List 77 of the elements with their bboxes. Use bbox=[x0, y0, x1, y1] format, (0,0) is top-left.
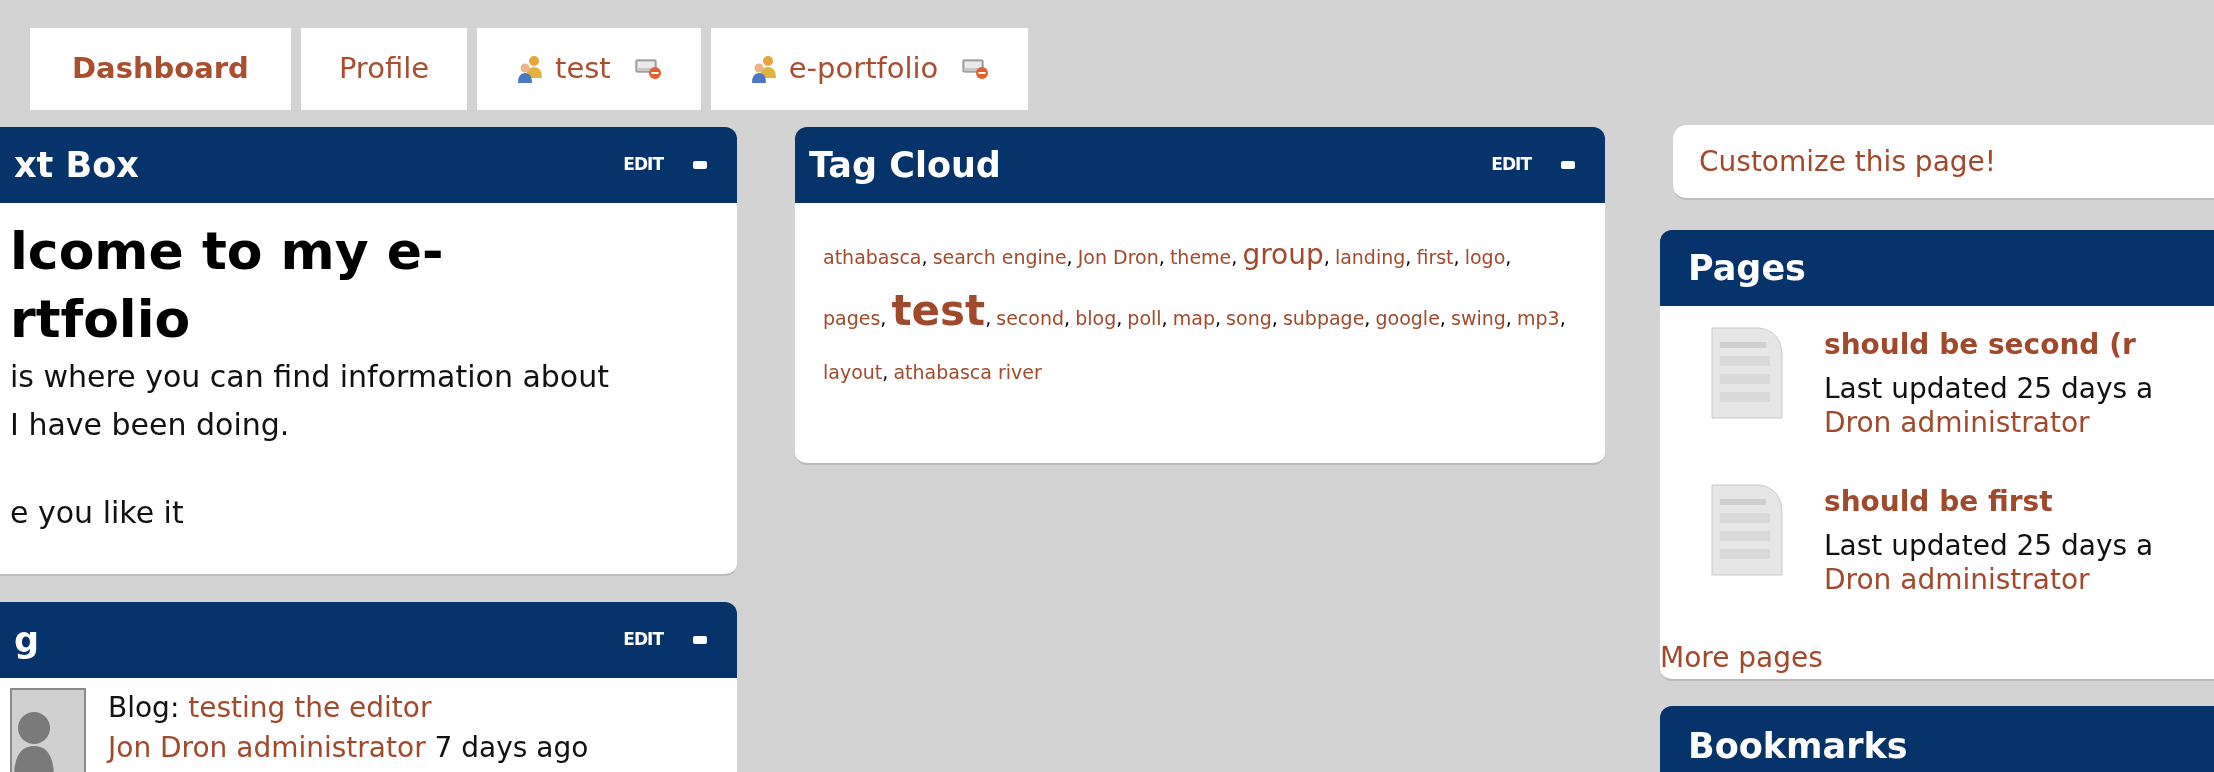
tag-link[interactable]: theme bbox=[1169, 246, 1232, 268]
avatar-icon bbox=[10, 688, 86, 772]
tag-separator: , bbox=[1066, 246, 1073, 268]
more-pages-link[interactable]: More pages bbox=[1660, 637, 1823, 679]
tag-separator: , bbox=[921, 246, 928, 268]
tag-link[interactable]: Jon Dron bbox=[1077, 246, 1159, 268]
tag-separator: , bbox=[1271, 307, 1278, 329]
tag-link[interactable]: second bbox=[996, 307, 1065, 329]
tab[interactable]: e-portfolio bbox=[710, 28, 1029, 110]
tag-separator: , bbox=[1364, 307, 1371, 329]
tag-separator: , bbox=[1453, 246, 1460, 268]
page-updated: Last updated 25 days a bbox=[1824, 528, 2154, 563]
blog-entry-title: Blog: testing the editor bbox=[108, 690, 433, 726]
tag-separator: , bbox=[1161, 307, 1168, 329]
tag-link[interactable]: song bbox=[1226, 307, 1272, 329]
tag-separator: , bbox=[882, 361, 889, 383]
collapse-icon[interactable] bbox=[1561, 161, 1575, 169]
tag-link[interactable]: mp3 bbox=[1516, 307, 1560, 329]
tag-link[interactable]: athabasca bbox=[823, 246, 922, 268]
collapse-icon[interactable] bbox=[693, 636, 707, 644]
blog-post-link[interactable]: testing the editor bbox=[188, 691, 432, 724]
panel-title: Tag Cloud bbox=[808, 143, 1001, 187]
tag-link[interactable]: google bbox=[1375, 307, 1440, 329]
intro-text: is where you can find information about bbox=[10, 358, 610, 396]
tag-separator: , bbox=[1505, 246, 1512, 268]
tag-separator: , bbox=[1559, 307, 1566, 329]
author-link[interactable]: Jon Dron administrator bbox=[108, 731, 426, 764]
tag-link[interactable]: swing bbox=[1451, 307, 1506, 329]
customize-link[interactable]: Customize this page! bbox=[1699, 140, 1997, 183]
tag-separator: , bbox=[1214, 307, 1221, 329]
tag-link[interactable]: subpage bbox=[1282, 307, 1365, 329]
collapse-icon[interactable] bbox=[693, 161, 707, 169]
tag-link[interactable]: blog bbox=[1075, 307, 1117, 329]
page-link[interactable]: should be second (r bbox=[1824, 328, 2154, 362]
tab[interactable]: test bbox=[477, 28, 701, 110]
intro-text: I have been doing. bbox=[10, 406, 291, 444]
welcome-heading: rtfolio bbox=[10, 288, 192, 351]
tag-separator: , bbox=[1505, 307, 1512, 329]
closing-text: e you like it bbox=[10, 494, 185, 532]
tag-link[interactable]: logo bbox=[1464, 246, 1506, 268]
tag-link[interactable]: pages bbox=[823, 307, 881, 329]
tag-separator: , bbox=[1439, 307, 1446, 329]
blog-entry-meta: Jon Dron administrator 7 days ago bbox=[108, 730, 589, 766]
customize-panel[interactable]: Customize this page! bbox=[1673, 125, 2214, 200]
panel-title: xt Box bbox=[13, 143, 139, 187]
tag-separator: , bbox=[1064, 307, 1071, 329]
tag-separator: , bbox=[985, 307, 992, 329]
edit-button[interactable]: EDIT bbox=[623, 627, 663, 653]
tag-separator: , bbox=[1323, 246, 1330, 268]
tag-link[interactable]: map bbox=[1172, 307, 1215, 329]
remove-icon[interactable] bbox=[634, 57, 663, 81]
page-link[interactable]: should be first bbox=[1824, 484, 2154, 519]
tag-link[interactable]: group bbox=[1242, 238, 1324, 271]
panel-title: g bbox=[13, 618, 40, 662]
tab[interactable]: Dashboard bbox=[30, 28, 291, 110]
edit-button[interactable]: EDIT bbox=[1491, 152, 1531, 178]
panel-title: Pages bbox=[1687, 246, 1806, 290]
tab[interactable]: Profile bbox=[300, 28, 468, 110]
author-link[interactable]: Dron administrator bbox=[1824, 406, 2154, 440]
tag-link[interactable]: athabasca river bbox=[893, 361, 1042, 383]
edit-button[interactable]: EDIT bbox=[623, 152, 663, 178]
welcome-heading: lcome to my e- bbox=[10, 220, 445, 283]
remove-icon[interactable] bbox=[962, 57, 991, 81]
tag-separator: , bbox=[1405, 246, 1412, 268]
tag-separator: , bbox=[1231, 246, 1238, 268]
author-link[interactable]: Dron administrator bbox=[1824, 562, 2154, 597]
tag-separator: , bbox=[1116, 307, 1123, 329]
tag-link[interactable]: landing bbox=[1334, 246, 1406, 268]
page-updated: Last updated 25 days a bbox=[1824, 372, 2154, 406]
tag-link[interactable]: test bbox=[891, 286, 986, 335]
tag-link[interactable]: layout bbox=[823, 361, 883, 383]
panel-title: Bookmarks bbox=[1687, 724, 1908, 768]
tag-link[interactable]: search engine bbox=[932, 246, 1067, 268]
tag-link[interactable]: poll bbox=[1127, 307, 1162, 329]
tag-link[interactable]: first bbox=[1416, 246, 1454, 268]
tag-separator: , bbox=[880, 307, 887, 329]
tag-separator: , bbox=[1158, 246, 1165, 268]
